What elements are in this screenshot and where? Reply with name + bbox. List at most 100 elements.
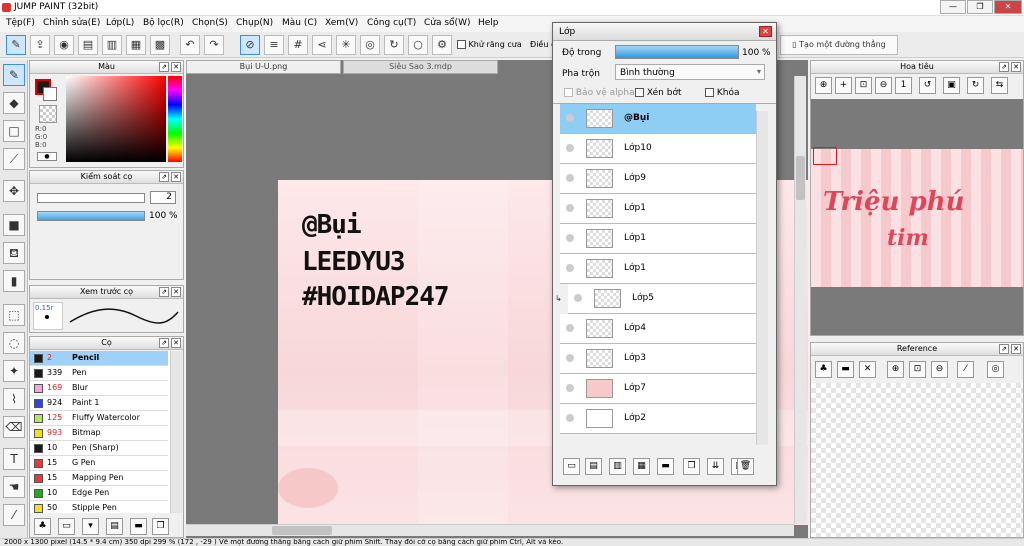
layer-row[interactable]: Lớp5: [568, 284, 756, 314]
layer-row[interactable]: Lớp1: [560, 194, 756, 224]
brush-item[interactable]: 993 Bitmap: [30, 426, 168, 441]
brush-item[interactable]: 125 Fluffy Watercolor: [30, 411, 168, 426]
nav-rotate-left-icon[interactable]: ↺: [919, 77, 936, 94]
maximize-button[interactable]: ❐: [967, 0, 993, 14]
duplicate-layer-icon[interactable]: ❐: [683, 458, 700, 475]
select-tool-icon[interactable]: □: [3, 120, 25, 142]
layer-visibility-icon[interactable]: [566, 144, 574, 152]
menu-tools[interactable]: Công cụ(T): [367, 18, 416, 28]
comment-icon[interactable]: ◉: [54, 35, 74, 55]
layer-visibility-icon[interactable]: [566, 114, 574, 122]
new-8bit-layer-icon[interactable]: ▥: [609, 458, 626, 475]
page-icon[interactable]: ▥: [102, 35, 122, 55]
layer-window-titlebar[interactable]: Lớp ✕: [553, 23, 776, 41]
brush-preview-close-icon[interactable]: ✕: [171, 287, 181, 297]
reference-view[interactable]: [811, 383, 1023, 537]
layer-row[interactable]: Lớp1: [560, 224, 756, 254]
brush-opacity-slider[interactable]: [37, 211, 145, 221]
text-tool-icon[interactable]: T: [3, 448, 25, 470]
brush-mode-icon[interactable]: ✎: [6, 35, 26, 55]
hand-tool-icon[interactable]: ☚: [3, 476, 25, 498]
brush-control-close-icon[interactable]: ✕: [171, 172, 181, 182]
parallel-snap-icon[interactable]: ≡: [264, 35, 284, 55]
gradient-tool-icon[interactable]: ▮: [3, 270, 25, 292]
brush-item[interactable]: 924 Paint 1: [30, 396, 168, 411]
layer-row[interactable]: Lớp1: [560, 254, 756, 284]
brush-group-icon[interactable]: ♣: [34, 518, 51, 535]
bucket-tool-icon[interactable]: ⛾: [3, 242, 25, 264]
nav-zoom-100-icon[interactable]: 1: [895, 77, 912, 94]
brush-item[interactable]: 10 Pen (Sharp): [30, 441, 168, 456]
color-panel-undock-icon[interactable]: ⇗: [159, 62, 169, 72]
layer-visibility-icon[interactable]: [566, 324, 574, 332]
layer-visibility-icon[interactable]: [566, 264, 574, 272]
transparent-color-swatch[interactable]: [39, 105, 57, 123]
antialias-option[interactable]: Khử răng cưa: [457, 40, 522, 49]
sheet-icon[interactable]: ▦: [126, 35, 146, 55]
brush-menu-icon[interactable]: ▾: [82, 518, 99, 535]
menu-window[interactable]: Cửa sổ(W): [424, 18, 470, 28]
menu-color[interactable]: Màu (C): [282, 18, 317, 28]
menu-layer[interactable]: Lớp(L): [106, 18, 134, 28]
brush-size-slider[interactable]: [37, 193, 145, 203]
snap-off-icon[interactable]: ⊘: [240, 35, 260, 55]
hue-slider[interactable]: [168, 76, 182, 162]
brush-item[interactable]: 169 Blur: [30, 381, 168, 396]
menu-file[interactable]: Tệp(F): [6, 18, 35, 28]
layer-visibility-icon[interactable]: [566, 174, 574, 182]
layer-visibility-icon[interactable]: [574, 294, 582, 302]
layer-opacity-slider[interactable]: [615, 45, 739, 59]
ref-eyedropper-icon[interactable]: ⁄: [957, 361, 974, 378]
brush-list-undock-icon[interactable]: ⇗: [159, 338, 169, 348]
close-button[interactable]: ✕: [994, 0, 1022, 14]
brush-item[interactable]: 10 Edge Pen: [30, 486, 168, 501]
nav-zoom-plus-icon[interactable]: +: [835, 77, 852, 94]
brush-tool-icon[interactable]: ✎: [3, 64, 25, 86]
redo-icon[interactable]: ↷: [204, 35, 224, 55]
nav-zoom-in-icon[interactable]: ⊕: [815, 77, 832, 94]
nav-fit-icon[interactable]: ⊡: [855, 77, 872, 94]
circle-snap-icon[interactable]: ◎: [360, 35, 380, 55]
settings-snap-icon[interactable]: ⚙: [432, 35, 452, 55]
canvas-horizontal-scrollbar[interactable]: [186, 524, 794, 536]
move-tool-icon[interactable]: ✥: [3, 180, 25, 202]
lock-option[interactable]: Khóa: [705, 88, 740, 98]
nav-rotate-right-icon[interactable]: ↻: [967, 77, 984, 94]
brush-item[interactable]: 15 Mapping Pen: [30, 471, 168, 486]
merge-layer-icon[interactable]: ⇊: [707, 458, 724, 475]
delete-layer-icon[interactable]: 🗑: [737, 458, 754, 475]
minimize-button[interactable]: —: [940, 0, 966, 14]
layer-row[interactable]: Lớp3: [560, 344, 756, 374]
layer-visibility-icon[interactable]: [566, 384, 574, 392]
eraser-tool-icon[interactable]: ◆: [3, 92, 25, 114]
ref-close-icon[interactable]: ✕: [859, 361, 876, 378]
layer-visibility-icon[interactable]: [566, 354, 574, 362]
straight-line-button[interactable]: ▯ Tạo một đường thẳng: [780, 35, 898, 55]
saturation-value-picker[interactable]: [66, 76, 166, 162]
new-layer-icon[interactable]: ▭: [563, 458, 580, 475]
canvas-vertical-scrollbar[interactable]: [794, 76, 806, 524]
layer-visibility-icon[interactable]: [566, 234, 574, 242]
canvas-hscroll-thumb[interactable]: [272, 526, 332, 535]
menu-capture[interactable]: Chụp(N): [236, 18, 273, 28]
brush-folder-icon[interactable]: ▬: [130, 518, 147, 535]
menu-filter[interactable]: Bộ lọc(R): [143, 18, 184, 28]
line-tool-icon[interactable]: ⟋: [3, 148, 25, 170]
navigator-view[interactable]: Triệu phú tim: [811, 99, 1023, 335]
color-panel-close-icon[interactable]: ✕: [171, 62, 181, 72]
layer-list-scrollbar[interactable]: [756, 111, 768, 445]
menu-help[interactable]: Help: [478, 18, 499, 28]
menu-view[interactable]: Xem(V): [325, 18, 358, 28]
rect-fill-tool-icon[interactable]: ■: [3, 214, 25, 236]
canvas-vscroll-thumb[interactable]: [796, 156, 805, 200]
grid-icon[interactable]: ▩: [150, 35, 170, 55]
ellipse-snap-icon[interactable]: ○: [408, 35, 428, 55]
selection-pen-tool-icon[interactable]: ⌇: [3, 388, 25, 410]
layer-row[interactable]: Lớp10: [560, 134, 756, 164]
curve-snap-icon[interactable]: ↻: [384, 35, 404, 55]
nav-zoom-out-icon[interactable]: ⊖: [875, 77, 892, 94]
new-1bit-layer-icon[interactable]: ▦: [633, 458, 650, 475]
undo-icon[interactable]: ↶: [180, 35, 200, 55]
ref-zoom-out-icon[interactable]: ⊖: [931, 361, 948, 378]
new-brush-icon[interactable]: ▭: [58, 518, 75, 535]
